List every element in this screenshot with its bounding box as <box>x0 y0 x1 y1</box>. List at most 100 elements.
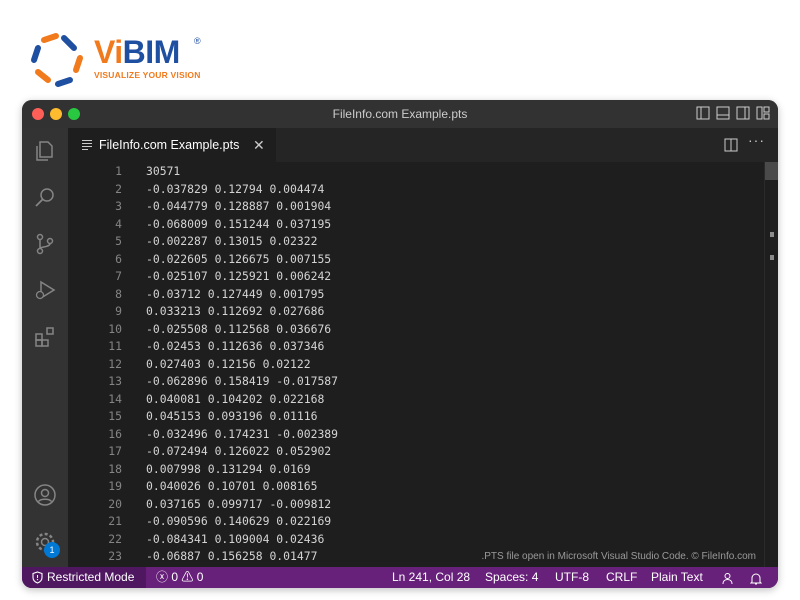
tab-fileinfo-example-pts[interactable]: FileInfo.com Example.pts ✕ <box>68 128 276 162</box>
account-icon[interactable] <box>33 483 57 507</box>
code-line[interactable]: 14 0.040081 0.104202 0.022168 <box>68 391 758 409</box>
line-text: -0.06887 0.156258 0.01477 <box>146 549 318 563</box>
scrollbar-marker <box>770 255 774 260</box>
code-line[interactable]: 3 -0.044779 0.128887 0.001904 <box>68 198 758 216</box>
file-lines-icon <box>82 140 92 150</box>
restricted-mode-indicator[interactable]: Restricted Mode <box>22 567 146 588</box>
line-number: 8 <box>115 286 122 301</box>
layout-controls <box>696 106 770 120</box>
error-count: 0 <box>171 570 179 584</box>
code-line[interactable]: 17 -0.072494 0.126022 0.052902 <box>68 443 758 461</box>
code-line[interactable]: 4 -0.068009 0.151244 0.037195 <box>68 216 758 234</box>
bell-icon[interactable] <box>749 571 763 588</box>
run-debug-icon[interactable] <box>33 278 57 302</box>
line-text: 0.033213 0.112692 0.027686 <box>146 304 325 318</box>
line-text: -0.032496 0.174231 -0.002389 <box>146 426 339 441</box>
error-icon: ⓧ <box>156 570 169 584</box>
line-number: 7 <box>115 269 122 283</box>
line-number: 22 <box>108 531 122 546</box>
more-actions-icon[interactable]: ··· <box>748 132 765 148</box>
code-line[interactable]: 11 -0.02453 0.112636 0.037346 <box>68 338 758 356</box>
language-mode[interactable]: Plain Text <box>651 567 703 588</box>
customize-layout-icon[interactable] <box>756 106 770 120</box>
code-line[interactable]: 18 0.007998 0.131294 0.0169 <box>68 461 758 479</box>
toggle-secondary-sidebar-icon[interactable] <box>736 106 750 120</box>
editor-vertical-scrollbar[interactable] <box>764 162 778 567</box>
code-line[interactable]: 5 -0.002287 0.13015 0.02322 <box>68 233 758 251</box>
line-number: 16 <box>108 426 122 441</box>
code-line[interactable]: 16 -0.032496 0.174231 -0.002389 <box>68 426 758 444</box>
line-number: 18 <box>108 461 122 476</box>
window-title: FileInfo.com Example.pts <box>332 107 468 121</box>
indentation[interactable]: Spaces: 4 <box>485 567 538 588</box>
line-number: 10 <box>108 321 122 336</box>
editor-text-area[interactable]: 1 30571 2 -0.037829 0.12794 0.004474 3 -0.044… <box>68 162 764 567</box>
code-line[interactable]: 10 -0.025508 0.112568 0.036676 <box>68 321 758 339</box>
line-text: -0.03712 0.127449 0.001795 <box>146 286 325 301</box>
line-number: 14 <box>108 391 122 406</box>
status-bar: Restricted Mode ⓧ 0 ⚠ 0 Ln 241, Col 28 S… <box>22 567 778 588</box>
toggle-panel-icon[interactable] <box>716 106 730 120</box>
line-ending[interactable]: CRLF <box>606 567 637 588</box>
cursor-position[interactable]: Ln 241, Col 28 <box>392 567 470 588</box>
problems-indicator[interactable]: ⓧ 0 ⚠ 0 <box>156 567 203 588</box>
line-number: 17 <box>108 444 122 458</box>
line-number: 21 <box>108 514 122 528</box>
split-editor-icon[interactable] <box>724 138 738 152</box>
scrollbar-thumb[interactable] <box>765 162 778 180</box>
code-line[interactable]: 20 0.037165 0.099717 -0.009812 <box>68 496 758 514</box>
code-line[interactable]: 22 -0.084341 0.109004 0.02436 <box>68 531 758 549</box>
line-number: 9 <box>115 304 122 318</box>
vibim-logo: ViBIM ® VISUALIZE YOUR VISION <box>30 32 210 88</box>
code-line[interactable]: 6 -0.022605 0.126675 0.007155 <box>68 251 758 269</box>
line-number: 6 <box>115 251 122 266</box>
code-line[interactable]: 2 -0.037829 0.12794 0.004474 <box>68 181 758 199</box>
line-text: 0.037165 0.099717 -0.009812 <box>146 496 332 511</box>
line-text: -0.022605 0.126675 0.007155 <box>146 251 332 266</box>
fileinfo-watermark: .PTS file open in Microsoft Visual Studi… <box>481 551 756 562</box>
search-icon[interactable] <box>33 185 57 209</box>
line-number: 19 <box>108 479 122 493</box>
extensions-icon[interactable] <box>33 325 57 349</box>
activity-bar: 1 <box>22 128 68 567</box>
line-text: -0.044779 0.128887 0.001904 <box>146 199 332 213</box>
line-number: 13 <box>108 374 122 388</box>
line-text: -0.090596 0.140629 0.022169 <box>146 514 332 528</box>
explorer-icon[interactable] <box>33 139 57 163</box>
line-text: -0.002287 0.13015 0.02322 <box>146 234 318 248</box>
tab-label: FileInfo.com Example.pts <box>99 138 240 152</box>
close-tab-icon[interactable]: ✕ <box>253 128 265 162</box>
logo-registered-mark: ® <box>194 36 201 46</box>
line-text: -0.062896 0.158419 -0.017587 <box>146 374 339 388</box>
vscode-window: FileInfo.com Example.pts 1 FileInfo.com … <box>22 100 778 588</box>
code-line[interactable]: 13 -0.062896 0.158419 -0.017587 <box>68 373 758 391</box>
code-line[interactable]: 21 -0.090596 0.140629 0.022169 <box>68 513 758 531</box>
logo-tagline: VISUALIZE YOUR VISION <box>94 70 201 80</box>
settings-update-badge: 1 <box>44 542 60 558</box>
line-number: 2 <box>115 181 122 196</box>
line-number: 15 <box>108 409 122 423</box>
toggle-primary-sidebar-icon[interactable] <box>696 106 710 120</box>
line-text: -0.025508 0.112568 0.036676 <box>146 321 332 336</box>
line-text: -0.068009 0.151244 0.037195 <box>146 216 332 231</box>
line-text: 0.040081 0.104202 0.022168 <box>146 391 325 406</box>
line-text: -0.02453 0.112636 0.037346 <box>146 339 325 353</box>
code-line[interactable]: 19 0.040026 0.10701 0.008165 <box>68 478 758 496</box>
code-line[interactable]: 8 -0.03712 0.127449 0.001795 <box>68 286 758 304</box>
line-text: -0.072494 0.126022 0.052902 <box>146 444 332 458</box>
scrollbar-marker <box>770 232 774 237</box>
line-number: 4 <box>115 216 122 231</box>
code-line[interactable]: 9 0.033213 0.112692 0.027686 <box>68 303 758 321</box>
feedback-icon[interactable] <box>721 571 734 588</box>
code-line[interactable]: 12 0.027403 0.12156 0.02122 <box>68 356 758 374</box>
line-number: 12 <box>108 356 122 371</box>
code-line[interactable]: 1 30571 <box>68 163 758 181</box>
source-control-icon[interactable] <box>33 232 57 256</box>
line-text: 0.007998 0.131294 0.0169 <box>146 461 311 476</box>
code-line[interactable]: 15 0.045153 0.093196 0.01116 <box>68 408 758 426</box>
encoding[interactable]: UTF-8 <box>555 567 589 588</box>
code-line[interactable]: 7 -0.025107 0.125921 0.006242 <box>68 268 758 286</box>
line-text: -0.025107 0.125921 0.006242 <box>146 269 332 283</box>
line-number: 1 <box>115 164 122 178</box>
line-number: 20 <box>108 496 122 511</box>
